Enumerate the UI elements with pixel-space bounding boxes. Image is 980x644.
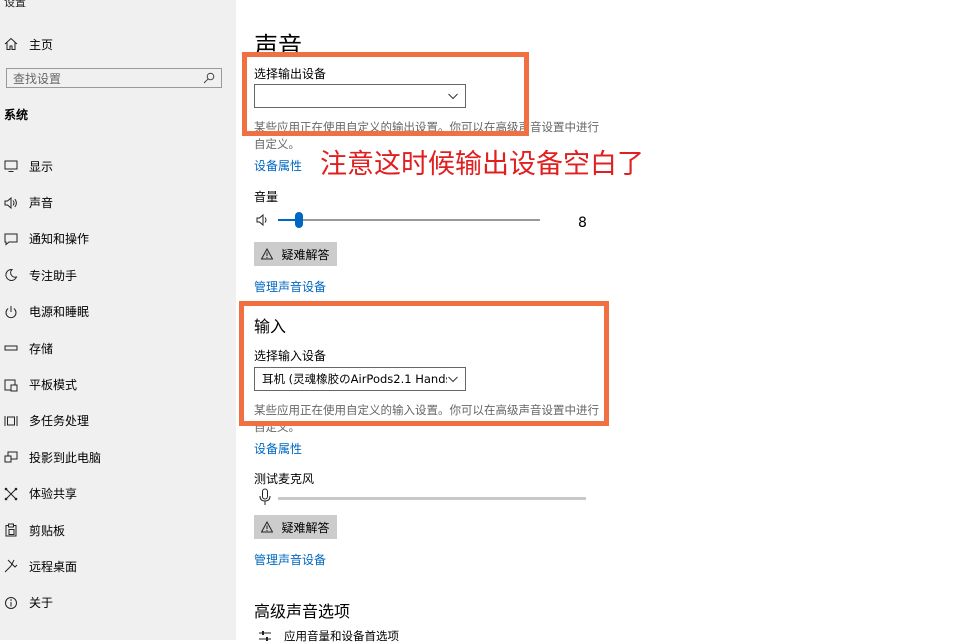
output-troubleshoot-button[interactable]: 疑难解答 (254, 242, 337, 266)
output-device-select[interactable] (254, 84, 466, 108)
input-description: 某些应用正在使用自定义的输入设置。你可以在高级声音设置中进行自定义。 (254, 403, 599, 434)
test-mic-label: 测试麦克风 (254, 472, 315, 486)
output-troubleshoot-label: 疑难解答 (281, 247, 330, 262)
sidebar-nav: 显示 声音 通知和操作 专注助手 电源和睡眠 存储 平板模式 多任务处理 投影到… (0, 148, 101, 621)
speaker-icon (4, 196, 17, 209)
sidebar-item-about[interactable]: 关于 (0, 585, 101, 621)
input-section-title: 输入 (254, 317, 287, 336)
sidebar-item-label: 多任务处理 (29, 414, 90, 429)
app-volume-preferences-label: 应用音量和设备首选项 (284, 629, 399, 643)
advanced-section-title: 高级声音选项 (254, 602, 351, 621)
app-volume-preferences-link[interactable]: 应用音量和设备首选项 (258, 628, 399, 644)
sidebar-item-power[interactable]: 电源和睡眠 (0, 294, 101, 330)
sidebar-item-sound[interactable]: 声音 (0, 184, 101, 220)
sidebar-item-label: 存储 (29, 341, 54, 356)
sidebar-item-display[interactable]: 显示 (0, 148, 101, 184)
sidebar-item-project[interactable]: 投影到此电脑 (0, 439, 101, 475)
volume-thumb[interactable] (294, 212, 303, 228)
moon-icon (5, 269, 18, 282)
sidebar: 设置 主页 查找设置 系统 显示 声音 通知和操作 专注助手 电源和睡眠 存储 … (0, 0, 236, 640)
info-icon (5, 596, 17, 609)
sidebar-item-label: 电源和睡眠 (29, 305, 90, 320)
warning-icon (261, 248, 274, 260)
remote-desktop-icon (4, 560, 18, 573)
sidebar-item-label: 显示 (29, 159, 54, 174)
sidebar-item-multitasking[interactable]: 多任务处理 (0, 403, 101, 439)
output-manage-devices-link[interactable]: 管理声音设备 (254, 278, 326, 295)
storage-icon (4, 345, 18, 351)
sidebar-home-label: 主页 (29, 37, 54, 52)
input-device-value: 耳机 (灵魂橡胶のAirPods2.1 Hands-F... (262, 372, 447, 386)
sidebar-item-label: 剪贴板 (29, 523, 66, 538)
display-icon (4, 160, 18, 173)
sidebar-item-label: 平板模式 (29, 378, 78, 393)
sidebar-item-notifications[interactable]: 通知和操作 (0, 221, 101, 257)
output-select-label: 选择输出设备 (254, 67, 327, 81)
annotation-text: 注意这时候输出设备空白了 (320, 149, 644, 180)
input-manage-devices-link[interactable]: 管理声音设备 (254, 551, 326, 568)
input-device-select[interactable]: 耳机 (灵魂橡胶のAirPods2.1 Hands-F... (254, 367, 466, 391)
sidebar-item-shared-experiences[interactable]: 体验共享 (0, 476, 101, 512)
speaker-icon (256, 213, 267, 227)
main-content: 声音 选择输出设备 某些应用正在使用自定义的输出设置。你可以在高级声音设置中进行… (236, 0, 980, 643)
sidebar-item-tablet-mode[interactable]: 平板模式 (0, 366, 101, 402)
chevron-down-icon (448, 376, 458, 383)
sidebar-section-label: 系统 (4, 108, 29, 122)
sidebar-item-label: 投影到此电脑 (29, 450, 102, 465)
share-icon (4, 487, 18, 501)
home-icon (4, 37, 18, 50)
power-icon (5, 305, 17, 318)
sidebar-item-label: 关于 (29, 596, 54, 611)
chevron-down-icon (448, 93, 458, 100)
volume-slider[interactable] (254, 210, 594, 230)
page-title: 声音 (254, 32, 302, 60)
project-icon (4, 451, 18, 463)
sidebar-item-label: 体验共享 (29, 487, 78, 502)
notification-icon (4, 233, 18, 246)
search-icon (203, 72, 215, 84)
sidebar-item-label: 声音 (29, 196, 54, 211)
volume-value: 8 (578, 215, 587, 231)
sidebar-item-remote-desktop[interactable]: 远程桌面 (0, 548, 101, 584)
sidebar-item-focus-assist[interactable]: 专注助手 (0, 257, 101, 293)
sidebar-item-label: 通知和操作 (29, 232, 90, 247)
sidebar-home[interactable]: 主页 (4, 34, 53, 54)
search-placeholder: 查找设置 (13, 71, 62, 86)
input-troubleshoot-label: 疑难解答 (281, 520, 330, 535)
mic-level-track (278, 497, 586, 500)
sliders-icon (259, 631, 271, 641)
sidebar-item-label: 专注助手 (29, 268, 78, 283)
sidebar-item-clipboard[interactable]: 剪贴板 (0, 512, 101, 548)
input-select-label: 选择输入设备 (254, 349, 327, 363)
volume-label: 音量 (254, 190, 279, 204)
tablet-icon (4, 379, 18, 392)
mic-level-meter (254, 488, 594, 508)
sidebar-item-storage[interactable]: 存储 (0, 330, 101, 366)
input-troubleshoot-button[interactable]: 疑难解答 (254, 515, 337, 539)
output-device-properties-link[interactable]: 设备属性 (254, 157, 302, 174)
volume-track (278, 212, 540, 228)
warning-icon (261, 521, 274, 533)
sidebar-item-label: 远程桌面 (29, 559, 78, 574)
microphone-icon (259, 488, 271, 505)
multitask-icon (4, 415, 18, 426)
input-device-properties-link[interactable]: 设备属性 (254, 440, 302, 457)
search-input[interactable]: 查找设置 (6, 68, 222, 88)
clipboard-icon (5, 523, 17, 537)
app-title: 设置 (4, 0, 26, 9)
